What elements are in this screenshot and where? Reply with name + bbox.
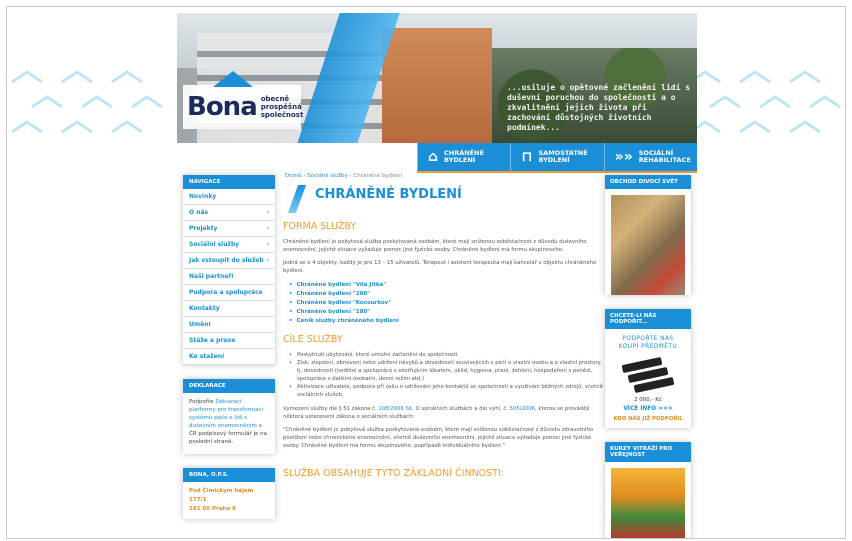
sidebar-item-novinky[interactable]: Novinky [183,189,275,205]
shop-heading: OBCHOD DIVOCÍ SVĚT [605,175,691,189]
sidebar-item-staze[interactable]: Stáže a praxe [183,333,275,349]
link-kocourkov[interactable]: Chráněné bydlení "Kocourkov" [289,299,603,308]
section-heading-cinnosti: SLUŽBA OBSAHUJE TYTO ZÁKLADNÍ ČINNOSTI: [283,468,504,479]
topnav-chranene-bydleni[interactable]: ⌂ CHRÁNĚNÉ BYDLENÍ [417,143,510,171]
contact-address-line: Pod Čimickým hájem 177/1 [189,488,254,503]
stained-glass-box[interactable]: KURZY VITRÁŽÍ PRO VEŘEJNOST [605,442,691,538]
shop-box[interactable]: OBCHOD DIVOCÍ SVĚT [605,175,691,295]
sidebar-item-socialni-sluzby[interactable]: Sociální služby › [183,237,275,253]
chevron-right-icon: › [266,257,269,264]
contact-box: BONA, O.P.S. Pod Čimickým hájem 177/1 18… [183,468,275,519]
contact-heading: BONA, O.P.S. [183,468,275,482]
roof-icon [213,71,253,87]
support-box: CHCETE-LI NÁS PODPOŘIT... PODPOŘTE NÁS K… [605,309,691,428]
sidebar-item-projekty[interactable]: Projekty › [183,221,275,237]
sidebar-item-umeni[interactable]: Umění [183,317,275,333]
sidebar-item-ke-stazeni[interactable]: Ke stažení [183,349,275,365]
title-slash-icon [287,185,307,213]
link-180[interactable]: Chráněné bydlení "180" [289,308,603,317]
chevrons-icon: »» [614,149,633,165]
more-info-link[interactable]: VÍCE INFO >>> [609,406,687,412]
law-link-108[interactable]: 108/2006 Sb. [378,406,413,412]
chevron-pattern-right [675,62,845,162]
sidebar-item-podpora[interactable]: Podpora a spolupráce [183,285,275,301]
logo-tagline: obecně prospěšná společnost [260,95,304,119]
stained-glass-image[interactable] [611,468,685,538]
paragraph: Jedná se o 4 objekty, každý je pro 13 – … [283,260,597,274]
page-frame: Bona obecně prospěšná společnost ...usil… [6,6,846,539]
section-heading-cile: CÍLE SLUŽBY [283,334,343,345]
right-sidebar: OBCHOD DIVOCÍ SVĚT CHCETE-LI NÁS PODPOŘI… [605,175,691,538]
main-content: Domů › Sociální služby › Chráněné bydlen… [283,173,603,538]
support-heading: CHCETE-LI NÁS PODPOŘIT... [605,309,691,329]
logo-name: Bona [187,92,258,122]
topnav-socialni-rehabilitace[interactable]: »» SOCIÁLNÍ REHABILITACE [603,143,697,171]
contact-city-line: 181 00 Praha 8 [189,506,236,512]
section-heading-forma: FORMA SLUŽBY [283,221,357,232]
sidebar-item-kontakty[interactable]: Kontakty [183,301,275,317]
chevron-right-icon: › [266,241,269,248]
paragraph: Chráněné bydlení je pobytová služba posk… [283,239,587,253]
breadcrumb: Domů › Sociální služby › Chráněné bydlen… [285,173,403,179]
paragraph-quote: "Chráněné bydlení je pobytová služba pos… [283,427,594,449]
link-200[interactable]: Chráněné bydlení "200" [289,290,603,299]
chevron-pattern-left [7,62,177,162]
law-link-505[interactable]: 505/2006 [510,406,535,412]
chevron-right-icon: › [266,225,269,232]
bona-logo[interactable]: Bona obecně prospěšná společnost [183,71,304,129]
topnav-samostatne-bydleni[interactable]: ⊓ SAMOSTATNÉ BYDLENÍ [510,143,603,171]
house-icon: ⌂ [428,149,439,165]
sidebar-item-jak-vstoupit[interactable]: Jak vstoupit do služeb › [183,253,275,269]
usb-flash-icon[interactable] [618,356,678,394]
breadcrumb-parent[interactable]: Sociální služby [307,173,348,179]
stained-glass-heading: KURZY VITRÁŽÍ PRO VEŘEJNOST [605,442,691,462]
sidebar-item-o-nas[interactable]: O nás › [183,205,275,221]
declaration-box: DEKLARACE Podpořte Deklaraci platformy p… [183,379,275,454]
sidebar-item-nasi-partneri[interactable]: Naši partneři [183,269,275,285]
header-banner: Bona obecně prospěšná společnost ...usil… [177,13,697,143]
breadcrumb-home[interactable]: Domů [285,173,301,179]
navigation-box: NAVIGACE Novinky O nás › Projekty › Sociál… [183,175,275,365]
header-slogan: ...usiluje o opětovné začlenění lidí s d… [507,83,691,132]
navigation-heading: NAVIGACE [183,175,275,189]
left-sidebar: NAVIGACE Novinky O nás › Projekty › Sociál… [183,175,275,519]
top-navigation: ⌂ CHRÁNĚNÉ BYDLENÍ ⊓ SAMOSTATNÉ BYDLENÍ »»… [417,143,697,173]
link-vila-jitka[interactable]: Chráněné bydlení "Vila Jitka" [289,281,603,290]
link-cenik[interactable]: Ceník služby chráněného bydlení [289,317,603,326]
site-container: Bona obecně prospěšná společnost ...usil… [177,13,697,538]
price-label: 2 000,- Kč [634,397,662,403]
door-icon: ⊓ [521,149,533,165]
housing-links: Chráněné bydlení "Vila Jitka" Chráněné b… [289,281,603,326]
chevron-right-icon: › [266,209,269,216]
supporters-link[interactable]: KDO NÁS JIŽ PODPOŘIL [609,416,687,422]
shop-image[interactable] [611,195,685,295]
page-title: CHRÁNĚNÉ BYDLENÍ [315,187,462,202]
paragraph-law: Vymezení služby dle § 51 zákona č. 108/2… [283,406,590,420]
list-item: Aktivizace uživatele, podpora při úsilu … [289,383,603,399]
breadcrumb-current: Chráněné bydlení [353,173,403,179]
list-item: Poskytnutí ubytování, které umožní začle… [289,351,603,359]
list-item: Získ, zlepšení, obnovení nebo udržení ná… [289,359,603,383]
goals-list: Poskytnutí ubytování, které umožní začle… [289,351,603,399]
declaration-heading: DEKLARACE [183,379,275,393]
